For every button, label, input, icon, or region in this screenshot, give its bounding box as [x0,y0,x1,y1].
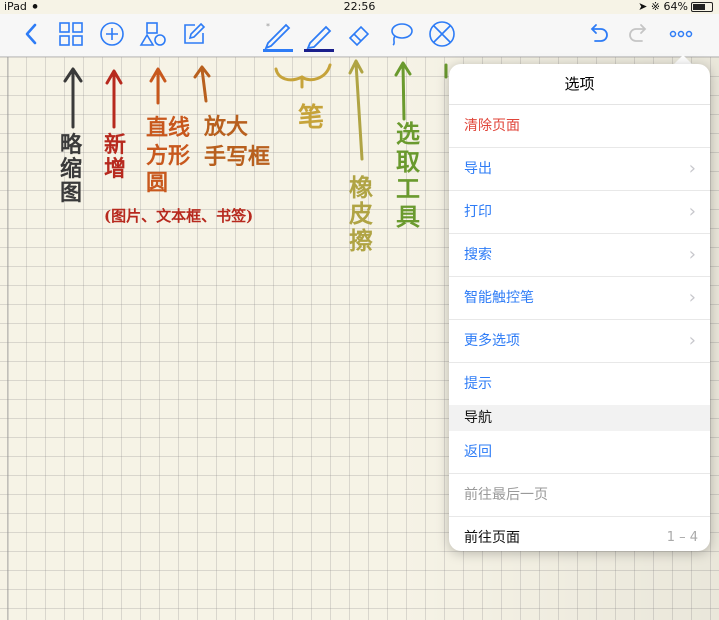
menu-item-export[interactable]: 导出 › [449,148,710,191]
annotation-lasso: 选 取 工 具 [396,119,420,231]
annotation-add: 新 增 [104,132,127,183]
annotation-thumbnails: 略 缩 图 [60,132,83,207]
eraser-icon[interactable] [344,19,374,49]
battery-icon [691,2,713,12]
annotation-zoom: 放大 手写框 [204,114,271,170]
popover-title: 选项 [449,64,710,105]
undo-icon[interactable] [583,19,613,49]
menu-item-go-last-page[interactable]: 前往最后一页 [449,474,710,517]
highlighter-icon[interactable] [302,17,336,53]
annotation-pen: 笔 [298,103,325,133]
menu-item-label: 智能触控笔 [464,290,534,306]
toolbar: * [0,14,719,57]
menu-item-more-options[interactable]: 更多选项 › [449,320,710,363]
pen-icon[interactable]: * [261,17,295,53]
lasso-icon[interactable] [386,19,416,49]
menu-item-label: 导出 [464,161,492,177]
chevron-right-icon: › [688,201,696,222]
menu-item-label: 更多选项 [464,333,520,349]
annotation-eraser: 橡 皮 擦 [349,173,373,255]
more-icon[interactable] [666,19,696,49]
location-icon: ➤ [638,0,648,13]
menu-item-print[interactable]: 打印 › [449,191,710,234]
add-icon[interactable] [97,19,127,49]
thumbnails-icon[interactable] [56,19,86,49]
disable-touch-icon[interactable] [427,19,457,49]
page-range: 1 – 4 [666,530,698,545]
menu-item-clear-page[interactable]: 清除页面 [449,105,710,148]
menu-item-tips[interactable]: 提示 [449,363,710,405]
status-bar: iPad ⚫ 22:56 ➤ ※ 64% [0,0,719,14]
chevron-right-icon: › [688,287,696,308]
menu-item-label: 返回 [464,444,492,460]
menu-item-search[interactable]: 搜索 › [449,234,710,277]
shapes-icon[interactable] [138,19,168,49]
menu-item-label: 搜索 [464,247,492,263]
menu-item-label: 打印 [464,204,492,220]
menu-item-label: 前往最后一页 [464,487,548,503]
chevron-right-icon: › [688,158,696,179]
svg-text:*: * [266,22,270,31]
menu-item-go-back[interactable]: 返回 [449,431,710,474]
section-header-navigation: 导航 [449,405,710,431]
clock: 22:56 [343,0,376,13]
text-box-icon[interactable] [179,19,209,49]
options-popover: 选项 清除页面 导出 › 打印 › 搜索 › 智能触控笔 › 更多选项 › 提示 导航 返… [449,64,710,551]
menu-item-smart-stylus[interactable]: 智能触控笔 › [449,277,710,320]
chevron-right-icon: › [688,244,696,265]
annotation-shapes: 直线 方形 圆 [146,115,191,196]
menu-item-label: 前往页面 [464,530,520,546]
menu-item-label: 提示 [464,376,492,392]
chevron-right-icon: › [688,330,696,351]
back-icon[interactable] [16,19,46,49]
battery-percent: 64% [663,0,688,13]
menu-item-label: 清除页面 [464,118,520,134]
menu-item-go-to-page[interactable]: 前往页面 1 – 4 [449,517,710,551]
annotation-add-note: (图片、文本框、书签) [104,207,254,225]
bluetooth-icon: ※ [650,0,661,13]
redo-icon[interactable] [624,19,654,49]
